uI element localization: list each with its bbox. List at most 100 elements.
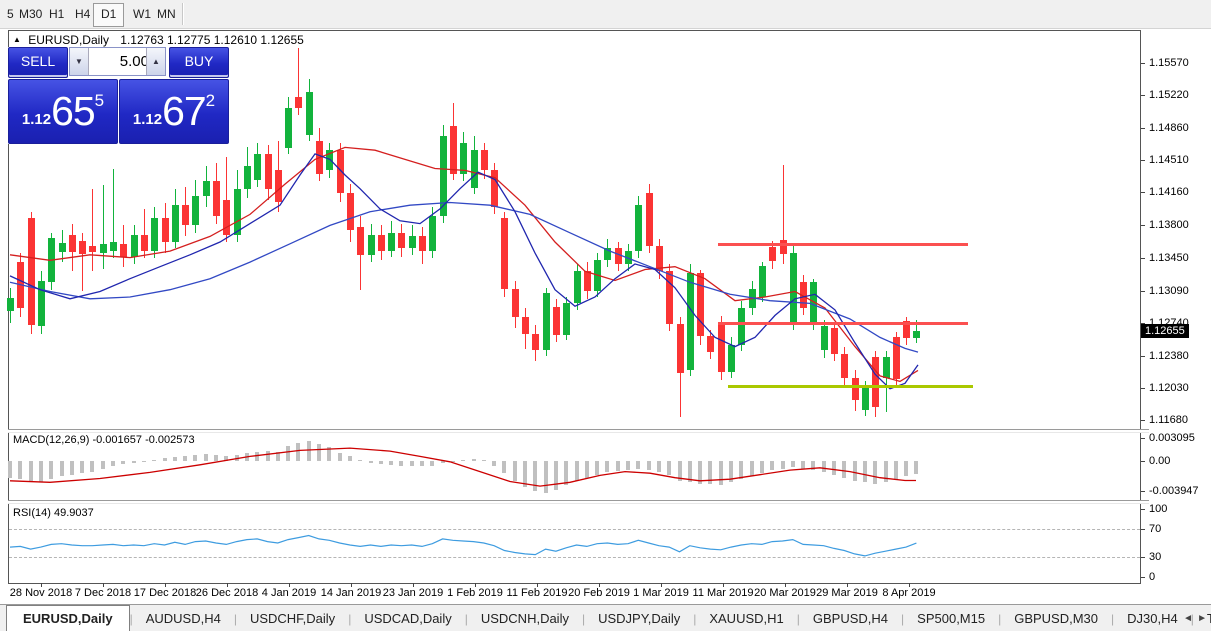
- sell-button[interactable]: SELL: [8, 47, 68, 78]
- tab-xauusd-h1[interactable]: XAUUSD,H1: [696, 606, 796, 631]
- date-tick: [103, 583, 104, 587]
- macd-histogram-bar: [224, 455, 228, 461]
- collapse-arrow-icon[interactable]: ▲: [13, 35, 21, 44]
- timeframe-button-h1[interactable]: H1: [42, 3, 71, 25]
- buy-button[interactable]: BUY: [169, 47, 229, 78]
- macd-histogram-bar: [70, 461, 74, 475]
- macd-histogram-bar: [739, 461, 743, 480]
- axis-tick: [1141, 290, 1145, 292]
- tab-scroll-right-icon[interactable]: ►: [1197, 613, 1207, 624]
- macd-histogram-bar: [29, 461, 33, 481]
- volume-decrease-button[interactable]: ▼: [70, 48, 89, 75]
- rsi-axis-label: 70: [1149, 523, 1162, 536]
- rsi-level-30: [9, 556, 1140, 558]
- macd-histogram-bar: [513, 461, 517, 481]
- price-axis-label: 1.13090: [1149, 284, 1189, 297]
- volume-input[interactable]: [89, 48, 151, 75]
- macd-histogram-bar: [575, 461, 579, 481]
- macd-separator[interactable]: [8, 429, 1149, 433]
- candle: [306, 92, 313, 136]
- macd-histogram-bar: [822, 461, 826, 472]
- macd-histogram-bar: [492, 461, 496, 466]
- price-axis-label: 1.15220: [1149, 89, 1189, 102]
- macd-histogram-bar: [8, 461, 12, 478]
- tab-scroll-left-icon[interactable]: ◄: [1183, 613, 1193, 624]
- macd-histogram-bar: [430, 461, 434, 466]
- ma-fast-navy-line: [9, 153, 919, 390]
- tab-gbpusd-m30[interactable]: GBPUSD,M30: [1001, 606, 1111, 631]
- candle: [913, 330, 920, 339]
- candle: [69, 234, 76, 252]
- date-axis-label: 23 Jan 2019: [382, 587, 444, 599]
- candle: [234, 188, 241, 235]
- candle: [872, 356, 879, 408]
- tab-usdcad-daily[interactable]: USDCAD,Daily: [351, 606, 464, 631]
- candle: [419, 236, 426, 252]
- candle: [677, 323, 684, 374]
- date-axis-label: 1 Feb 2019: [447, 587, 503, 599]
- buy-price-panel[interactable]: 1.12 67 2: [119, 79, 229, 144]
- date-tick: [785, 583, 786, 587]
- tab-sp500-m15[interactable]: SP500,M15: [904, 606, 998, 631]
- candle: [326, 150, 333, 171]
- candle: [501, 218, 508, 289]
- candle: [398, 232, 405, 249]
- volume-increase-button[interactable]: ▲: [146, 48, 165, 75]
- candle: [7, 297, 14, 311]
- candle: [141, 234, 148, 252]
- macd-histogram-bar: [420, 461, 424, 467]
- macd-histogram-bar: [482, 459, 486, 461]
- candle: [151, 218, 158, 252]
- rsi-separator[interactable]: [8, 500, 1149, 504]
- candle: [48, 238, 55, 283]
- macd-axis-label: -0.003947: [1149, 485, 1199, 497]
- macd-histogram-bar: [781, 461, 785, 469]
- candle: [285, 108, 292, 148]
- tab-usdcnh-daily[interactable]: USDCNH,Daily: [468, 606, 582, 631]
- macd-histogram-bar: [235, 454, 239, 461]
- rsi-axis-label: 100: [1149, 503, 1168, 515]
- macd-histogram-bar: [204, 454, 208, 461]
- tab-audusd-h4[interactable]: AUDUSD,H4: [133, 606, 234, 631]
- date-axis-label: 8 Apr 2019: [882, 587, 936, 599]
- candle: [460, 142, 467, 174]
- chart-symbol: EURUSD,Daily: [28, 33, 109, 47]
- date-axis-label: 20 Mar 2019: [754, 587, 816, 599]
- macd-histogram-bar: [791, 461, 795, 468]
- candle: [388, 232, 395, 252]
- sell-price-panel[interactable]: 1.12 65 5: [8, 79, 118, 144]
- tab-dj30-h4[interactable]: DJ30,H4: [1114, 606, 1191, 631]
- tab-usdjpy-daily[interactable]: USDJPY,Daily: [585, 606, 693, 631]
- macd-histogram-bar: [348, 456, 352, 461]
- candle: [100, 243, 107, 253]
- candle: [635, 205, 642, 252]
- timeframe-button-d1[interactable]: D1: [93, 3, 125, 27]
- macd-histogram-bar: [472, 458, 476, 461]
- sell-price-small: 1.12: [21, 111, 52, 128]
- support-line[interactable]: [728, 385, 973, 388]
- tab-usdchf-daily[interactable]: USDCHF,Daily: [237, 606, 348, 631]
- candle: [532, 333, 539, 351]
- axis-tick: [1141, 225, 1145, 227]
- tab-eurusd-daily[interactable]: EURUSD,Daily: [6, 605, 130, 631]
- resistance-line[interactable]: [718, 242, 968, 246]
- macd-histogram-bar: [636, 461, 640, 469]
- one-click-trading-panel: SELL ▼ ▲ BUY 1.12 65 5 1.12 67 2: [8, 47, 229, 144]
- macd-histogram-bar: [39, 461, 43, 483]
- resistance-line[interactable]: [718, 321, 968, 325]
- tab-gbpusd-h4[interactable]: GBPUSD,H4: [800, 606, 901, 631]
- timeframe-button-mn[interactable]: MN: [150, 3, 183, 25]
- date-axis-label: 11 Feb 2019: [506, 587, 568, 599]
- axis-tick: [1141, 461, 1145, 462]
- candle: [769, 246, 776, 262]
- date-tick: [351, 583, 352, 587]
- candle: [790, 253, 797, 323]
- axis-tick: [1141, 95, 1145, 97]
- date-tick: [289, 583, 290, 587]
- axis-tick: [1141, 257, 1145, 259]
- macd-histogram-bar: [719, 461, 723, 485]
- candle: [697, 273, 704, 336]
- ma-slow-blue-line: [9, 201, 919, 353]
- macd-histogram-bar: [698, 461, 702, 484]
- candle: [759, 265, 766, 297]
